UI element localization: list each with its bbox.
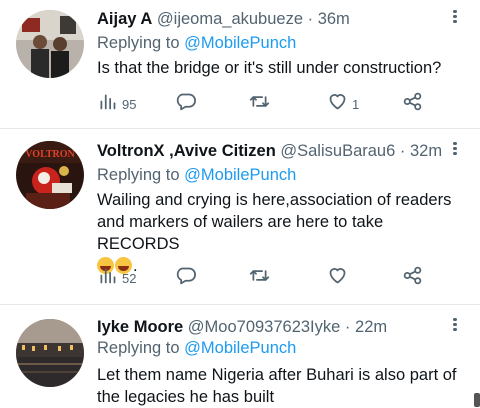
views-button[interactable]: 52 xyxy=(97,266,136,290)
tweet-text: Let them name Nigeria after Buhari is al… xyxy=(97,366,457,406)
views-icon xyxy=(97,91,118,117)
user-handle[interactable]: @SalisuBarau6 xyxy=(280,142,395,160)
reply-icon xyxy=(175,265,196,291)
tweet[interactable]: Iyke Moore @Moo70937623Iyke · 22m Replyi… xyxy=(0,305,480,407)
separator-dot: · xyxy=(307,10,314,28)
like-button[interactable] xyxy=(327,266,348,290)
views-button[interactable]: 95 xyxy=(97,92,136,116)
user-handle[interactable]: @Moo70937623Iyke xyxy=(188,318,341,336)
tweet[interactable]: Aijay A @ijeoma_akubueze · 36m Replying … xyxy=(0,0,480,128)
tweet-text-block: Wailing and crying is here,association o… xyxy=(97,189,467,277)
separator-dot: · xyxy=(399,142,406,160)
avatar[interactable]: VOLTRON xyxy=(16,141,84,209)
tweet-header: VoltronX ,Avive Citizen @SalisuBarau6 · … xyxy=(97,140,442,162)
share-button[interactable] xyxy=(402,266,423,290)
replying-to-label: Replying to xyxy=(97,34,180,52)
action-bar: 52 xyxy=(97,266,437,290)
display-name[interactable]: VoltronX ,Avive Citizen xyxy=(97,142,276,160)
tweet-text: Is that the bridge or it's still under c… xyxy=(97,59,442,77)
user-handle[interactable]: @ijeoma_akubueze xyxy=(157,10,303,28)
reply-button[interactable] xyxy=(175,266,196,290)
reply-icon xyxy=(175,91,196,117)
replying-to-label: Replying to xyxy=(97,339,180,357)
replying-to: Replying to @MobilePunch xyxy=(97,164,296,186)
separator-dot: · xyxy=(344,318,351,336)
replying-to-label: Replying to xyxy=(97,166,180,184)
mention-link[interactable]: @MobilePunch xyxy=(184,34,296,52)
share-button[interactable] xyxy=(402,92,423,116)
action-bar: 95 1 xyxy=(97,92,437,116)
tweet[interactable]: VOLTRON VoltronX ,Avive Citizen @SalisuB… xyxy=(0,129,480,304)
views-count: 95 xyxy=(122,96,137,112)
replying-to: Replying to @MobilePunch xyxy=(97,337,296,359)
like-button[interactable]: 1 xyxy=(327,92,359,116)
display-name[interactable]: Iyke Moore xyxy=(97,318,183,336)
scrollbar-thumb[interactable] xyxy=(474,393,480,407)
timestamp[interactable]: 22m xyxy=(355,318,387,336)
replying-to: Replying to @MobilePunch xyxy=(97,32,296,54)
views-icon xyxy=(97,265,118,291)
avatar-logo-text: VOLTRON xyxy=(25,149,75,160)
more-icon[interactable] xyxy=(450,140,460,160)
retweet-icon xyxy=(249,265,270,291)
display-name[interactable]: Aijay A xyxy=(97,10,152,28)
timestamp[interactable]: 32m xyxy=(410,142,442,160)
views-count: 52 xyxy=(122,270,137,286)
retweet-button[interactable] xyxy=(249,266,270,290)
tweet-header: Iyke Moore @Moo70937623Iyke · 22m xyxy=(97,316,387,338)
likes-count: 1 xyxy=(352,96,360,112)
timestamp[interactable]: 36m xyxy=(318,10,350,28)
avatar[interactable] xyxy=(16,319,84,387)
more-icon[interactable] xyxy=(450,8,460,28)
tweet-text: Wailing and crying is here,association o… xyxy=(97,191,452,253)
retweet-icon xyxy=(249,91,270,117)
avatar[interactable] xyxy=(16,10,84,78)
tweet-header: Aijay A @ijeoma_akubueze · 36m xyxy=(97,8,350,30)
retweet-button[interactable] xyxy=(249,92,270,116)
like-icon xyxy=(327,91,348,117)
share-icon xyxy=(402,91,423,117)
more-icon[interactable] xyxy=(450,316,460,336)
share-icon xyxy=(402,265,423,291)
mention-link[interactable]: @MobilePunch xyxy=(184,339,296,357)
like-icon xyxy=(327,265,348,291)
mention-link[interactable]: @MobilePunch xyxy=(184,166,296,184)
reply-button[interactable] xyxy=(175,92,196,116)
